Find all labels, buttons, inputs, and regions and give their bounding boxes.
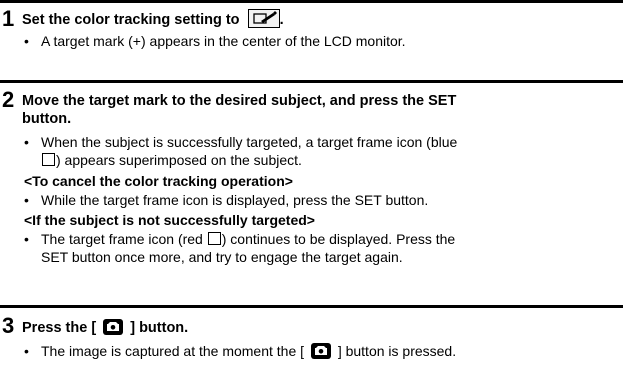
step-2-bullet-3-line2: SET button once more, and try to engage … <box>41 249 403 265</box>
step-2-title-line2: button. <box>22 111 72 127</box>
bullet-dot: • <box>24 343 29 359</box>
step-2-bullet-1-line2-text: ) appears superimposed on the subject. <box>56 152 302 168</box>
step-3-title-pre: Press the [ <box>22 320 97 336</box>
step-3-bullet-text: The image is captured at the moment the … <box>24 342 614 360</box>
step-2-bullet-3-pre: The target frame icon (red <box>41 231 203 247</box>
step-1-title-text: Set the color tracking setting to <box>22 12 240 28</box>
step-3-title-post: ] button. <box>130 320 189 336</box>
step-2-bullet-3-line1: The target frame icon (red ) continues t… <box>24 230 614 248</box>
step-2-rule <box>0 80 623 83</box>
step-3-number: 3 <box>2 313 15 338</box>
camera-shutter-icon <box>310 343 331 359</box>
step-1-title-period: . <box>279 12 284 28</box>
step-3-bullet-pre: The image is captured at the moment the … <box>41 343 305 359</box>
step-3-bullet: • The image is captured at the moment th… <box>24 342 614 360</box>
step-2-bullet-2: • While the target frame icon is display… <box>24 191 614 209</box>
bullet-dot: • <box>24 192 29 208</box>
step-2-number: 2 <box>2 87 15 112</box>
not-targeted-heading: <If the subject is not successfully targ… <box>24 212 315 228</box>
step-2-bullet-1-line1: When the subject is successfully targete… <box>41 134 458 150</box>
step-2-title-line1: Move the target mark to the desired subj… <box>22 93 457 109</box>
step-1-bullet-text: A target mark (+) appears in the center … <box>41 33 406 49</box>
camera-shutter-icon <box>103 319 124 335</box>
step-2-bullet-3-post: ) continues to be displayed. Press the <box>221 231 456 247</box>
step-1-rule <box>0 0 623 3</box>
step-3-bullet-post: ] button is pressed. <box>337 343 457 359</box>
step-2-bullet-1: • When the subject is successfully targe… <box>24 133 614 169</box>
step-1-number: 1 <box>2 6 15 31</box>
cancel-tracking-heading: <To cancel the color tracking operation> <box>24 173 293 189</box>
step-1-title: Set the color tracking setting to . <box>22 9 284 29</box>
step-2-bullet-3: • The target frame icon (red ) continues… <box>24 230 614 266</box>
step-3-title: Press the [ ] button. <box>22 319 188 337</box>
square-frame-icon <box>207 232 221 245</box>
step-2-bullet-2-text: While the target frame icon is displayed… <box>41 192 429 208</box>
color-tracking-icon <box>247 9 280 28</box>
step-3-rule <box>0 305 623 308</box>
bullet-dot: • <box>24 33 29 49</box>
square-frame-icon <box>42 153 55 166</box>
bullet-dot: • <box>24 134 29 150</box>
bullet-dot: • <box>24 231 29 247</box>
step-2-bullet-1-line2: ) appears superimposed on the subject. <box>24 151 614 169</box>
step-1-bullet: • A target mark (+) appears in the cente… <box>24 32 614 50</box>
